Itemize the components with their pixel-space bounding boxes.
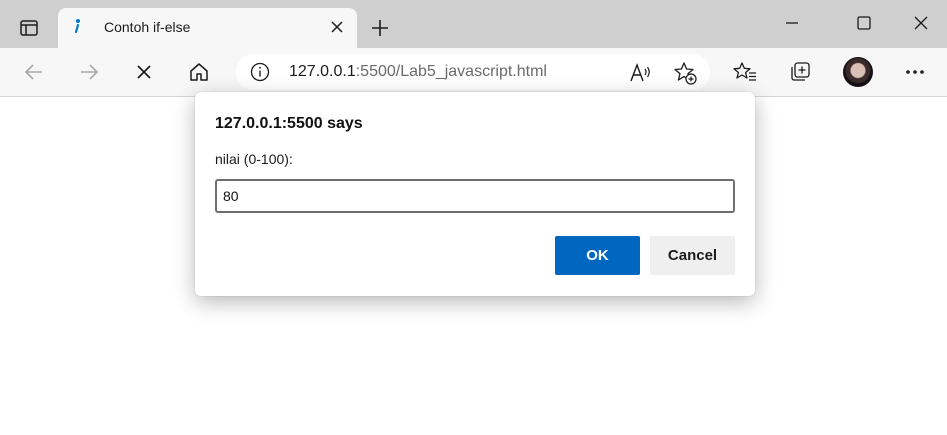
navigation-toolbar: 127.0.0.1:5500/Lab5_javascript.html — [0, 48, 947, 97]
tab-close-icon[interactable] — [329, 19, 345, 35]
add-favorite-icon[interactable] — [673, 61, 697, 85]
tab-title: Contoh if-else — [104, 19, 191, 35]
new-tab-icon[interactable] — [366, 14, 394, 42]
info-icon[interactable] — [250, 62, 270, 82]
close-icon[interactable] — [906, 8, 936, 38]
prompt-dialog: 127.0.0.1:5500 says nilai (0-100): OK Ca… — [195, 92, 755, 296]
browser-window: Contoh if-else 127.0.0.1:5500/Lab5_javas… — [0, 0, 947, 435]
back-icon[interactable] — [20, 58, 48, 86]
address-bar[interactable]: 127.0.0.1:5500/Lab5_javascript.html — [236, 54, 710, 90]
maximize-icon[interactable] — [849, 8, 879, 38]
forward-icon[interactable] — [75, 58, 103, 86]
url-host: 127.0.0.1 — [289, 63, 356, 80]
prompt-input[interactable] — [215, 179, 735, 213]
dialog-title: 127.0.0.1:5500 says — [215, 115, 363, 132]
read-aloud-icon[interactable] — [629, 61, 653, 85]
loading-favicon-icon — [74, 19, 80, 34]
collections-icon[interactable] — [786, 58, 814, 86]
url-path: :5500/Lab5_javascript.html — [355, 63, 547, 80]
favorites-icon[interactable] — [731, 58, 759, 86]
dialog-message: nilai (0-100): — [215, 151, 293, 167]
profile-avatar[interactable] — [843, 57, 873, 87]
tab-active[interactable]: Contoh if-else — [58, 8, 357, 48]
home-icon[interactable] — [185, 58, 213, 86]
cancel-button[interactable]: Cancel — [650, 236, 735, 275]
minimize-icon[interactable] — [777, 8, 807, 38]
ok-button[interactable]: OK — [555, 236, 640, 275]
stop-icon[interactable] — [130, 58, 158, 86]
address-url[interactable]: 127.0.0.1:5500/Lab5_javascript.html — [289, 63, 547, 81]
more-icon[interactable] — [901, 58, 929, 86]
tab-strip: Contoh if-else — [0, 0, 947, 48]
tab-actions-icon[interactable] — [12, 13, 46, 43]
